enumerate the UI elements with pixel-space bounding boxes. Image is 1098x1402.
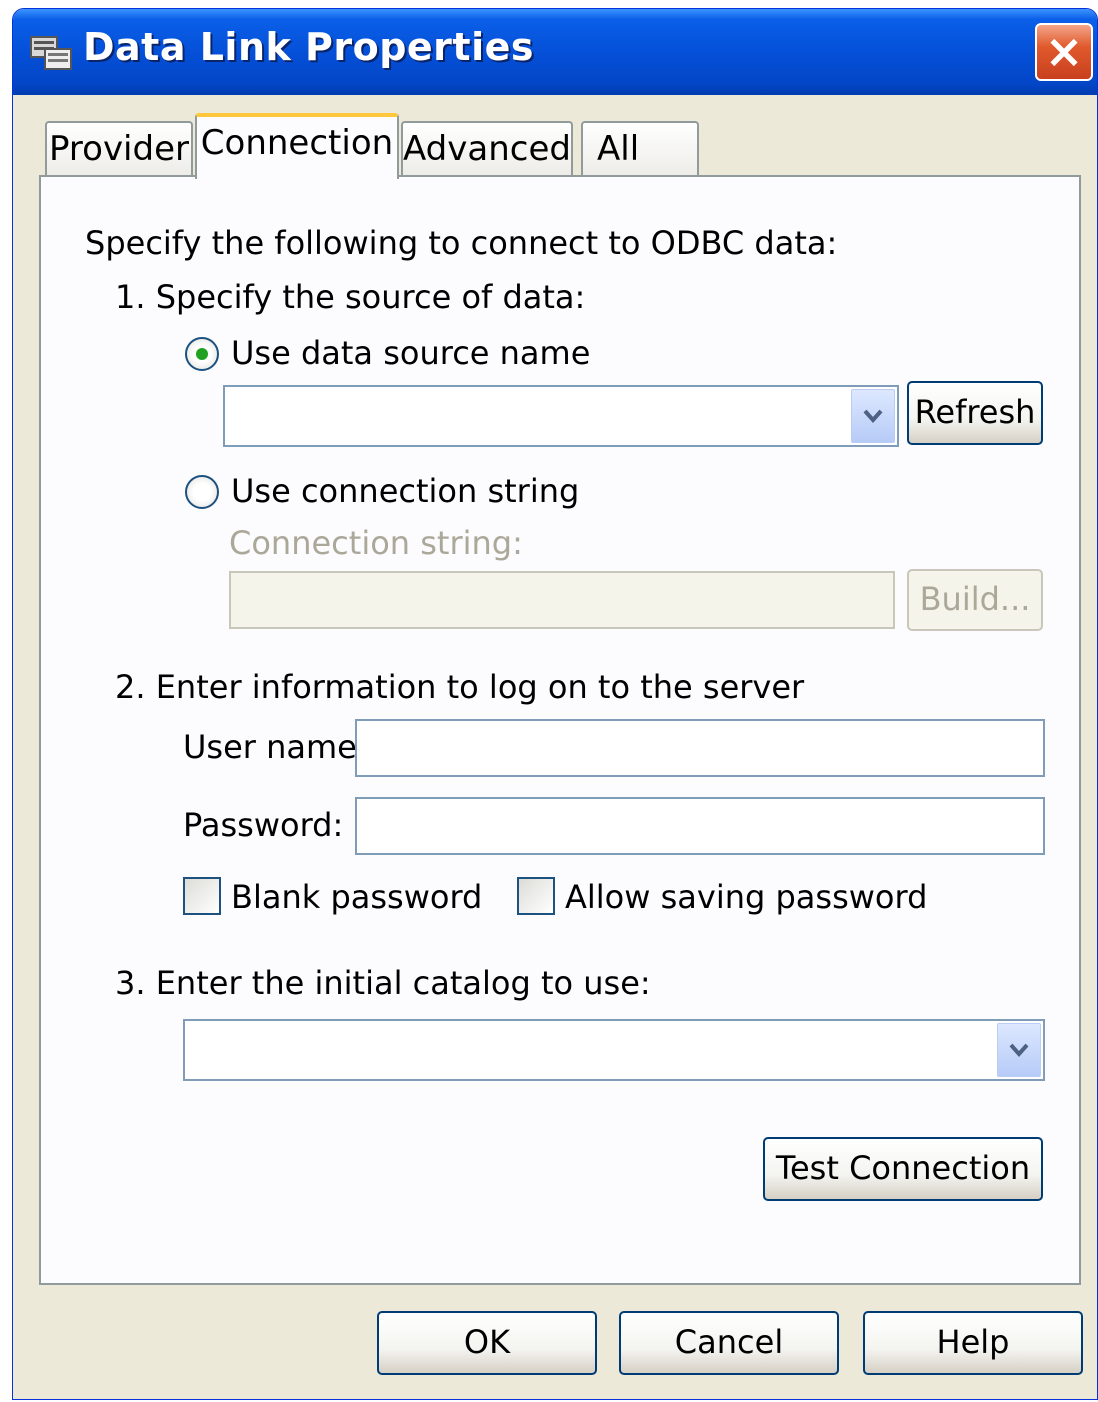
use-data-source-name-radio[interactable] [185, 337, 219, 371]
password-input[interactable] [355, 797, 1045, 855]
use-data-source-name-label[interactable]: Use data source name [231, 333, 590, 373]
initial-catalog-dropdown[interactable] [183, 1019, 1045, 1081]
connection-tab-panel: Specify the following to connect to ODBC… [39, 175, 1081, 1285]
allow-saving-password-label[interactable]: Allow saving password [565, 877, 927, 917]
refresh-button[interactable]: Refresh [907, 381, 1043, 445]
use-connection-string-radio[interactable] [185, 475, 219, 509]
step1-heading: 1. Specify the source of data: [115, 278, 586, 316]
tab-advanced[interactable]: Advanced [401, 121, 573, 179]
radio-selected-dot [196, 348, 208, 360]
title-bar[interactable]: Data Link Properties × [13, 9, 1097, 95]
password-label: Password: [183, 806, 344, 844]
data-source-name-dropdown[interactable] [223, 385, 899, 447]
test-connection-button[interactable]: Test Connection [763, 1137, 1043, 1201]
cancel-button[interactable]: Cancel [619, 1311, 839, 1375]
step3-heading: 3. Enter the initial catalog to use: [115, 964, 651, 1002]
ok-button[interactable]: OK [377, 1311, 597, 1375]
blank-password-checkbox[interactable] [183, 877, 221, 915]
tab-connection[interactable]: Connection [195, 113, 399, 179]
chevron-down-icon [1009, 1043, 1029, 1058]
data-link-properties-dialog: Data Link Properties × Provider Connecti… [12, 8, 1098, 1400]
window-title: Data Link Properties [83, 25, 535, 69]
username-input[interactable] [355, 719, 1045, 777]
build-button[interactable]: Build... [907, 569, 1043, 631]
chevron-down-icon [863, 409, 883, 424]
tab-provider[interactable]: Provider [45, 121, 193, 179]
dsn-dropdown-arrow[interactable] [851, 389, 895, 443]
tab-all[interactable]: All [581, 121, 699, 179]
intro-text: Specify the following to connect to ODBC… [85, 224, 838, 262]
connection-string-field[interactable] [229, 571, 895, 629]
close-button[interactable]: × [1035, 23, 1093, 81]
connection-string-label: Connection string: [229, 524, 523, 562]
step2-heading: 2. Enter information to log on to the se… [115, 668, 805, 706]
help-button[interactable]: Help [863, 1311, 1083, 1375]
blank-password-label[interactable]: Blank password [231, 877, 482, 917]
allow-saving-password-checkbox[interactable] [517, 877, 555, 915]
data-link-icon [30, 36, 72, 70]
close-icon: × [1044, 24, 1084, 78]
catalog-dropdown-arrow[interactable] [997, 1023, 1041, 1077]
use-connection-string-label[interactable]: Use connection string [231, 471, 579, 511]
username-label: User name: [183, 728, 368, 766]
